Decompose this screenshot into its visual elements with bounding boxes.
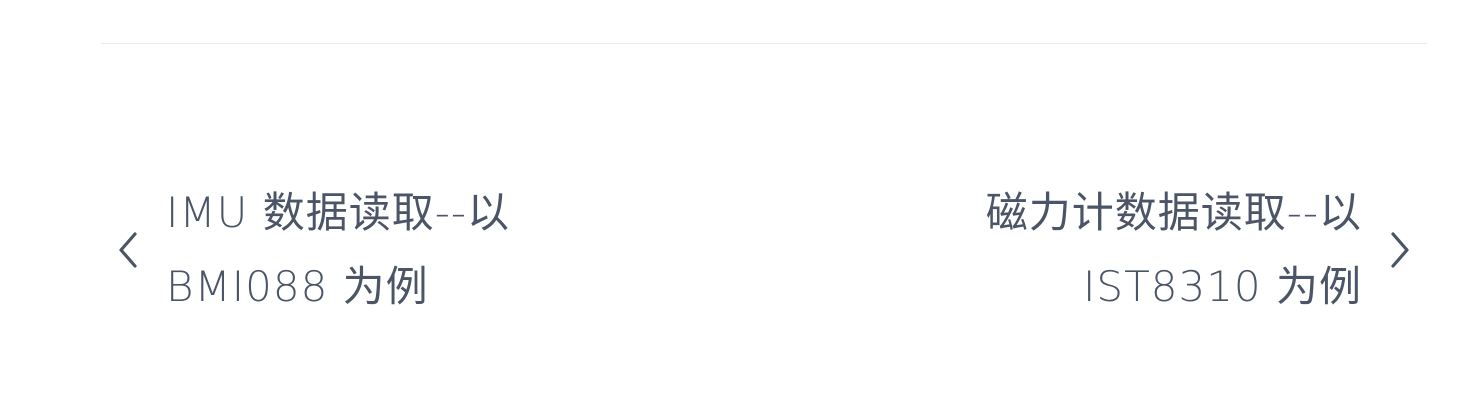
- footer-divider: [101, 43, 1427, 44]
- chevron-left-icon: [110, 225, 144, 275]
- next-page-title-line1: 磁力计数据读取--以: [985, 188, 1362, 237]
- chevron-right-icon: [1384, 225, 1418, 275]
- prev-page-title: IMU 数据读取--以 BMI088 为例: [166, 176, 566, 324]
- prev-page-title-line1: IMU 数据读取--以: [166, 188, 511, 237]
- prev-page-title-line2: BMI088 为例: [166, 262, 429, 311]
- next-page-title-line2: IST8310 为例: [1083, 262, 1362, 311]
- prev-page-link[interactable]: IMU 数据读取--以 BMI088 为例: [110, 176, 566, 324]
- next-page-title: 磁力计数据读取--以 IST8310 为例: [922, 176, 1362, 324]
- next-page-link[interactable]: 磁力计数据读取--以 IST8310 为例: [922, 176, 1418, 324]
